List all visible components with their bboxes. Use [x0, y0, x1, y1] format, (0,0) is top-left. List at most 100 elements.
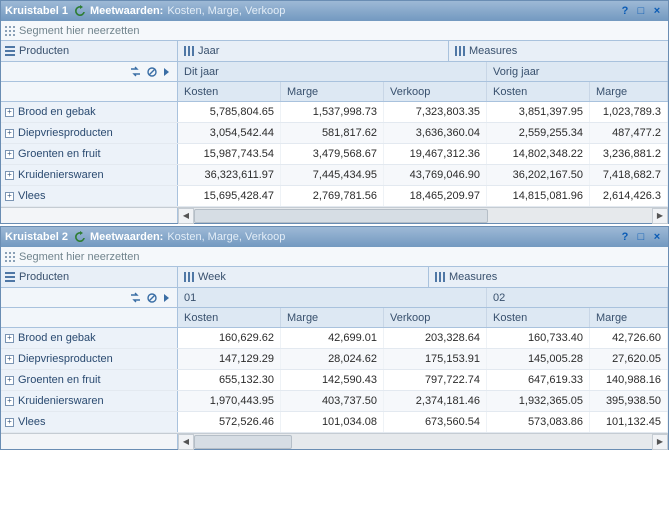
- row-header[interactable]: + Diepvriesproducten: [1, 123, 178, 143]
- column-header[interactable]: Marge: [590, 308, 668, 327]
- column-header[interactable]: Kosten: [487, 308, 590, 327]
- column-header[interactable]: Kosten: [178, 82, 281, 101]
- table-row: +Brood en gebak160,629.6242,699.01203,32…: [1, 328, 668, 349]
- column-header[interactable]: Verkoop: [384, 308, 487, 327]
- data-cell: 14,815,081.96: [487, 186, 590, 206]
- column-header[interactable]: Marge: [281, 82, 384, 101]
- data-cell: 2,614,426.3: [590, 186, 668, 206]
- crosstab-1: Kruistabel 1 Meetwaarden: Kosten, Marge,…: [0, 0, 669, 224]
- row-axis-button[interactable]: Producten: [1, 41, 178, 61]
- toolbar-row: 01 02: [1, 288, 668, 308]
- year-header-2[interactable]: Vorig jaar: [487, 62, 668, 81]
- row-label: Diepvriesproducten: [18, 127, 113, 139]
- table-row: +Groenten en fruit15,987,743.543,479,568…: [1, 144, 668, 165]
- filter-icon[interactable]: [147, 67, 157, 77]
- expand-row-icon[interactable]: +: [5, 150, 14, 159]
- table-row: +Kruidenierswaren1,970,443.95403,737.502…: [1, 391, 668, 412]
- data-cell: 18,465,209.97: [384, 186, 487, 206]
- row-header[interactable]: + Groenten en fruit: [1, 370, 178, 390]
- table-row: +Kruidenierswaren36,323,611.977,445,434.…: [1, 165, 668, 186]
- axis-row: Producten Week Measures: [1, 267, 668, 288]
- scroll-right-icon[interactable]: ▶: [652, 208, 668, 224]
- swap-axes-icon[interactable]: [130, 292, 141, 303]
- column-header[interactable]: Kosten: [487, 82, 590, 101]
- column-header[interactable]: Marge: [281, 308, 384, 327]
- row-header[interactable]: + Vlees: [1, 412, 178, 432]
- expand-icon[interactable]: [163, 293, 171, 303]
- column-header[interactable]: Kosten: [178, 308, 281, 327]
- row-label: Kruidenierswaren: [18, 395, 104, 407]
- expand-row-icon[interactable]: +: [5, 171, 14, 180]
- col-axis-label: Jaar: [198, 45, 219, 57]
- measures-axis-button[interactable]: Measures: [428, 267, 668, 287]
- expand-row-icon[interactable]: +: [5, 376, 14, 385]
- expand-row-icon[interactable]: +: [5, 334, 14, 343]
- expand-row-icon[interactable]: +: [5, 192, 14, 201]
- row-header[interactable]: + Brood en gebak: [1, 328, 178, 348]
- row-label: Vlees: [18, 416, 46, 428]
- scroll-thumb[interactable]: [194, 435, 292, 449]
- data-cell: 203,328.64: [384, 328, 487, 348]
- scroll-right-icon[interactable]: ▶: [652, 434, 668, 450]
- filter-icon[interactable]: [147, 293, 157, 303]
- scroll-left-icon[interactable]: ◀: [178, 208, 194, 224]
- data-cell: 5,785,804.65: [178, 102, 281, 122]
- data-cell: 101,034.08: [281, 412, 384, 432]
- week-header-1[interactable]: 01: [178, 288, 487, 307]
- segment-dropzone[interactable]: Segment hier neerzetten: [1, 21, 668, 41]
- row-label: Groenten en fruit: [18, 374, 101, 386]
- row-header[interactable]: + Kruidenierswaren: [1, 391, 178, 411]
- horizontal-scrollbar[interactable]: ◀ ▶: [1, 433, 668, 449]
- column-header[interactable]: Verkoop: [384, 82, 487, 101]
- horizontal-scrollbar[interactable]: ◀ ▶: [1, 207, 668, 223]
- data-cell: 145,005.28: [487, 349, 590, 369]
- help-icon[interactable]: ?: [618, 4, 632, 18]
- row-label: Brood en gebak: [18, 332, 96, 344]
- data-cell: 42,726.60: [590, 328, 668, 348]
- data-cell: 15,987,743.54: [178, 144, 281, 164]
- refresh-icon[interactable]: [74, 231, 86, 243]
- data-cell: 2,559,255.34: [487, 123, 590, 143]
- scroll-thumb[interactable]: [194, 209, 488, 223]
- data-cell: 7,418,682.7: [590, 165, 668, 185]
- expand-row-icon[interactable]: +: [5, 108, 14, 117]
- close-icon[interactable]: ×: [650, 4, 664, 18]
- row-header[interactable]: + Vlees: [1, 186, 178, 206]
- refresh-icon[interactable]: [74, 5, 86, 17]
- segment-dropzone[interactable]: Segment hier neerzetten: [1, 247, 668, 267]
- data-cell: 2,374,181.46: [384, 391, 487, 411]
- scroll-left-icon[interactable]: ◀: [178, 434, 194, 450]
- row-header-toolbar: [1, 288, 178, 307]
- expand-row-icon[interactable]: +: [5, 418, 14, 427]
- measures-axis-button[interactable]: Measures: [448, 41, 668, 61]
- row-header[interactable]: +Kruidenierswaren: [1, 165, 178, 185]
- data-cell: 160,733.40: [487, 328, 590, 348]
- expand-icon[interactable]: [163, 67, 171, 77]
- close-icon[interactable]: ×: [650, 230, 664, 244]
- col-axis-button[interactable]: Week: [178, 267, 428, 287]
- segment-hint: Segment hier neerzetten: [19, 251, 139, 263]
- row-header[interactable]: + Groenten en fruit: [1, 144, 178, 164]
- year-header-1[interactable]: Dit jaar: [178, 62, 487, 81]
- maximize-icon[interactable]: □: [634, 230, 648, 244]
- data-cell: 1,023,789.3: [590, 102, 668, 122]
- column-headers: Kosten Marge Verkoop Kosten Marge: [1, 308, 668, 328]
- col-axis-button[interactable]: Jaar: [178, 41, 448, 61]
- row-label: Groenten en fruit: [18, 148, 101, 160]
- help-icon[interactable]: ?: [618, 230, 632, 244]
- row-label: Diepvriesproducten: [18, 353, 113, 365]
- column-headers: Kosten Marge Verkoop Kosten Marge: [1, 82, 668, 102]
- row-header[interactable]: +Brood en gebak: [1, 102, 178, 122]
- expand-row-icon[interactable]: +: [5, 397, 14, 406]
- swap-axes-icon[interactable]: [130, 66, 141, 77]
- maximize-icon[interactable]: □: [634, 4, 648, 18]
- column-header[interactable]: Marge: [590, 82, 668, 101]
- data-cell: 1,537,998.73: [281, 102, 384, 122]
- row-header[interactable]: + Diepvriesproducten: [1, 349, 178, 369]
- week-header-2[interactable]: 02: [487, 288, 668, 307]
- row-axis-label: Producten: [19, 271, 69, 283]
- row-label: Vlees: [18, 190, 46, 202]
- expand-row-icon[interactable]: +: [5, 355, 14, 364]
- row-axis-button[interactable]: Producten: [1, 267, 178, 287]
- expand-row-icon[interactable]: +: [5, 129, 14, 138]
